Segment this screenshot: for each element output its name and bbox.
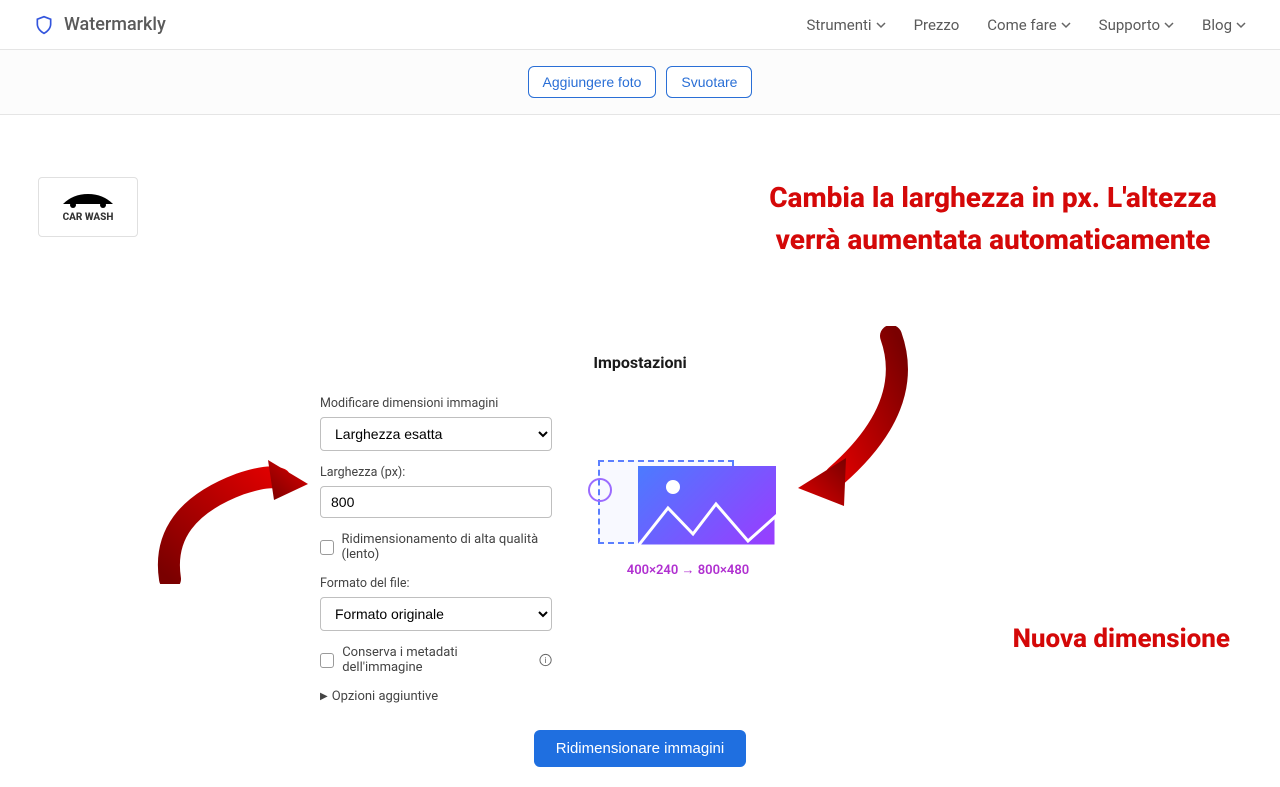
sun-icon [666, 480, 680, 494]
chevron-down-icon [1236, 20, 1246, 30]
nav-howto-label: Come fare [987, 16, 1056, 34]
nav-tools[interactable]: Strumenti [806, 16, 885, 34]
arrow-icon [150, 444, 310, 584]
toolbar: Aggiungere foto Svuotare [0, 50, 1280, 115]
chevron-down-icon [1164, 20, 1174, 30]
thumb-content: CAR WASH [58, 192, 118, 223]
nav-price-label: Prezzo [914, 16, 960, 34]
dimension-text: 400×240 → 800×480 [598, 562, 778, 578]
nav-howto[interactable]: Come fare [987, 16, 1070, 34]
sun-outline-icon [588, 478, 612, 502]
shield-icon [34, 15, 54, 35]
settings-body: Modificare dimensioni immagini Larghezza… [320, 396, 960, 704]
settings-form: Modificare dimensioni immagini Larghezza… [320, 396, 552, 704]
resize-images-button[interactable]: Ridimensionare immagini [534, 730, 746, 767]
svg-text:i: i [544, 656, 546, 666]
add-photos-button[interactable]: Aggiungere foto [528, 66, 657, 98]
format-select[interactable]: Formato originale [320, 597, 552, 631]
annotation-main: Cambia la larghezza in px. L'altezza ver… [768, 177, 1218, 261]
brand-name: Watermarkly [64, 14, 166, 35]
clear-button[interactable]: Svuotare [666, 66, 752, 98]
canvas-area: CAR WASH Cambia la larghezza in px. L'al… [0, 115, 1280, 331]
nav-support-label: Supporto [1099, 16, 1160, 34]
hq-checkbox[interactable] [320, 540, 334, 555]
extra-options-toggle[interactable]: ▶ Opzioni aggiuntive [320, 689, 552, 704]
main-nav: Strumenti Prezzo Come fare Supporto Blog [806, 16, 1246, 34]
resize-mode-label: Modificare dimensioni immagini [320, 396, 552, 411]
settings-panel: Impostazioni Modificare dimensioni immag… [0, 331, 1280, 787]
image-thumbnail[interactable]: CAR WASH [38, 177, 138, 237]
thumb-label: CAR WASH [58, 213, 118, 223]
preview-resized-frame [638, 466, 776, 546]
meta-checkbox[interactable] [320, 653, 334, 668]
nav-tools-label: Strumenti [806, 16, 871, 34]
arrow-icon [776, 326, 936, 526]
car-icon [58, 192, 118, 208]
nav-support[interactable]: Supporto [1099, 16, 1174, 34]
info-icon[interactable]: i [539, 653, 552, 667]
triangle-right-icon: ▶ [320, 691, 328, 702]
meta-label: Conserva i metadati dell'immagine [342, 645, 529, 675]
nav-price[interactable]: Prezzo [914, 16, 960, 34]
mountain-icon [638, 496, 776, 546]
nav-blog[interactable]: Blog [1202, 16, 1246, 34]
extra-options-label: Opzioni aggiuntive [332, 689, 438, 704]
nav-blog-label: Blog [1202, 16, 1232, 34]
resize-mode-select[interactable]: Larghezza esatta [320, 417, 552, 451]
chevron-down-icon [876, 20, 886, 30]
hq-label: Ridimensionamento di alta qualità (lento… [342, 532, 552, 562]
chevron-down-icon [1061, 20, 1071, 30]
brand[interactable]: Watermarkly [34, 14, 166, 35]
format-label: Formato del file: [320, 576, 552, 591]
settings-title: Impostazioni [0, 353, 1280, 372]
annotation-new-dimension: Nuova dimensione [1013, 624, 1230, 654]
width-input[interactable] [320, 486, 552, 518]
app-header: Watermarkly Strumenti Prezzo Come fare S… [0, 0, 1280, 50]
width-label: Larghezza (px): [320, 465, 552, 480]
